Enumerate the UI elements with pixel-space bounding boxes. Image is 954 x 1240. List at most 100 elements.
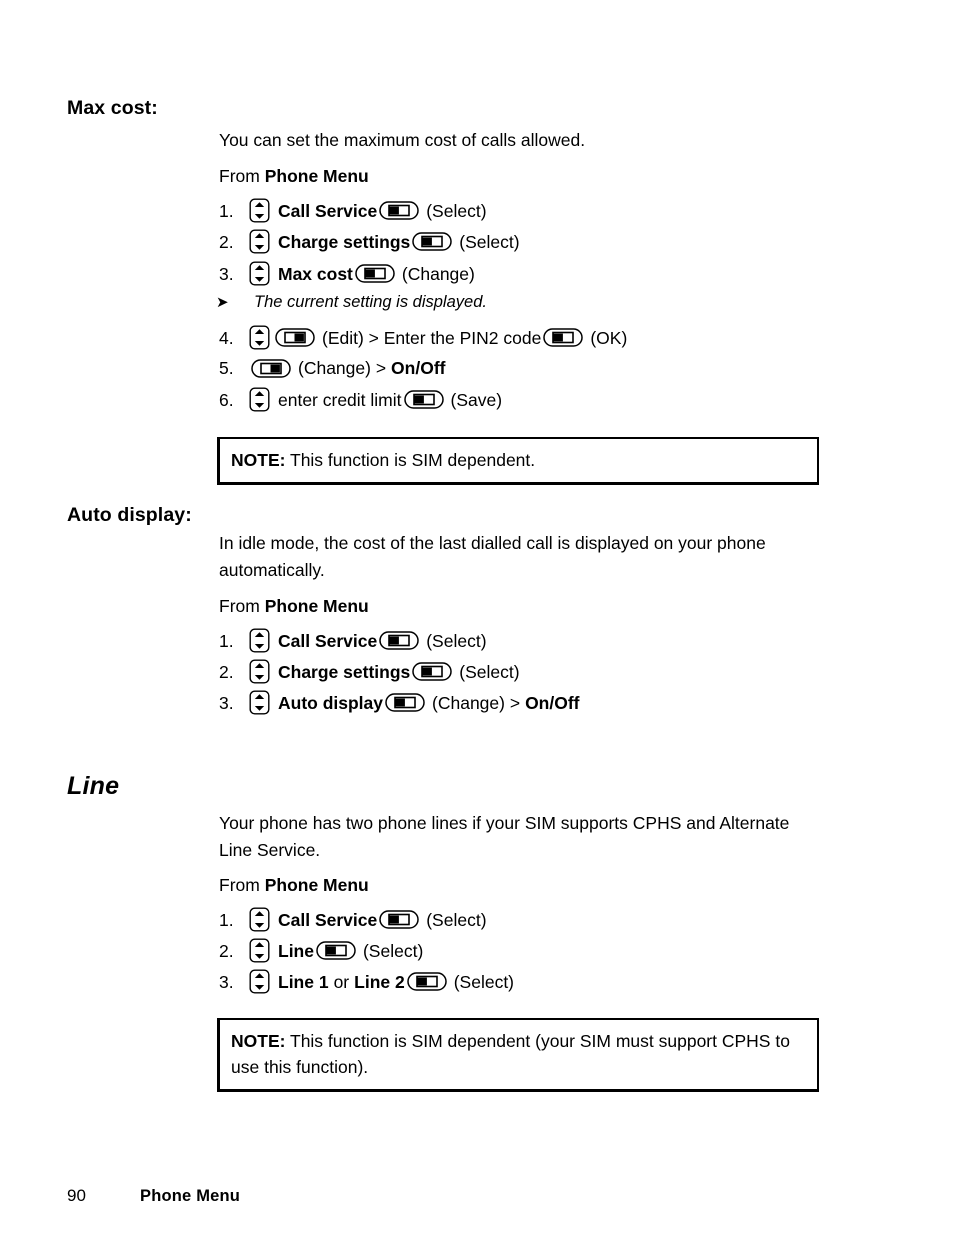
step-number: 6. xyxy=(219,389,234,410)
step-menu-label: Max cost xyxy=(278,263,353,284)
scroll-up-down-key-icon xyxy=(249,387,270,412)
step-number: 1. xyxy=(219,200,234,221)
step-menu-label: Charge settings xyxy=(278,231,411,252)
step-text: or xyxy=(333,971,350,992)
step-menu-label: Call Service xyxy=(278,909,378,930)
step-text: (Change) > xyxy=(432,692,521,713)
step-text: (Select) xyxy=(453,971,515,992)
scroll-up-down-key-icon xyxy=(249,325,270,350)
scroll-up-down-key-icon xyxy=(249,659,270,684)
step-item: 3. Max cost (Change) xyxy=(219,261,475,286)
step-text: (Select) xyxy=(426,200,487,221)
scroll-up-down-key-icon xyxy=(249,690,270,715)
step-text: (Select) xyxy=(362,940,424,961)
step-menu-label: Call Service xyxy=(278,200,378,221)
step-item: 3. Line 1 or Line 2 (Select) xyxy=(219,969,514,994)
left-soft-key-icon xyxy=(379,631,419,650)
left-soft-key-icon xyxy=(412,662,452,681)
from-line-max-cost: From Phone Menu xyxy=(219,163,369,190)
scroll-up-down-key-icon xyxy=(249,907,270,932)
scroll-up-down-key-icon xyxy=(249,938,270,963)
step-menu-label: Line xyxy=(278,940,314,961)
left-soft-key-icon xyxy=(316,941,356,960)
step-item: 1. Call Service (Select) xyxy=(219,907,487,932)
left-soft-key-icon xyxy=(379,201,419,220)
scroll-up-down-key-icon xyxy=(249,969,270,994)
step-menu-label: Charge settings xyxy=(278,661,411,682)
from-prefix: From xyxy=(219,596,265,616)
step-text: (Select) xyxy=(426,909,487,930)
scroll-up-down-key-icon xyxy=(249,261,270,286)
intro-max-cost: You can set the maximum cost of calls al… xyxy=(219,130,586,150)
note-label: NOTE: xyxy=(231,450,286,470)
footer-chapter-title: Phone Menu xyxy=(140,1187,241,1205)
step-number: 2. xyxy=(219,231,234,252)
heading-max-cost: Max cost: xyxy=(67,97,158,119)
heading-line: Line xyxy=(67,772,120,800)
step-number: 3. xyxy=(219,692,234,713)
step-text: (Edit) > Enter the PIN2 code xyxy=(322,327,542,348)
left-soft-key-icon xyxy=(355,264,395,283)
left-soft-key-icon xyxy=(403,390,444,409)
tip-text: The current setting is displayed. xyxy=(254,293,487,311)
step-number: 3. xyxy=(219,971,234,992)
intro-line: Your phone has two phone lines if your S… xyxy=(219,813,790,860)
intro-auto-display: In idle mode, the cost of the last diall… xyxy=(219,533,766,580)
step-menu-label: On/Off xyxy=(525,692,580,713)
step-text: (Change) > xyxy=(298,358,387,378)
note-box-max-cost: NOTE: This function is SIM dependent. xyxy=(217,437,819,485)
step-number: 1. xyxy=(219,630,234,651)
step-item: 2. Line (Select) xyxy=(219,938,423,963)
heading-auto-display: Auto display: xyxy=(67,504,192,526)
step-item: 2. Charge settings (Select) xyxy=(219,659,520,684)
left-soft-key-icon xyxy=(385,693,425,712)
step-text: (OK) xyxy=(590,327,628,348)
step-number: 2. xyxy=(219,940,234,961)
step-menu-label: Auto display xyxy=(278,692,384,713)
page-number: 90 xyxy=(67,1186,86,1205)
step-item: 2. Charge settings (Select) xyxy=(219,229,520,254)
step-number: 1. xyxy=(219,909,234,930)
step-menu-label: Call Service xyxy=(278,630,378,651)
step-item: 4. (Edit) > Enter the PIN2 code (OK) xyxy=(219,325,627,350)
scroll-up-down-key-icon xyxy=(249,198,270,223)
step-item: 5. (Change) > On/Off xyxy=(219,357,445,379)
note-text: This function is SIM dependent (your SIM… xyxy=(231,1031,790,1077)
step-menu-label: On/Off xyxy=(391,358,446,378)
step-menu-label: Line 2 xyxy=(354,971,405,992)
from-line-line: From Phone Menu xyxy=(219,872,369,899)
right-soft-key-icon xyxy=(275,328,315,347)
from-prefix: From xyxy=(219,875,265,895)
tip-arrow-icon: ➤ xyxy=(216,294,229,311)
note-box-line: NOTE: This function is SIM dependent (yo… xyxy=(217,1018,819,1092)
scroll-up-down-key-icon xyxy=(249,229,270,254)
step-text: (Save) xyxy=(450,389,503,410)
right-soft-key-icon xyxy=(251,358,291,378)
left-soft-key-icon xyxy=(406,972,447,991)
step-text: (Select) xyxy=(426,630,487,651)
step-number: 3. xyxy=(219,263,234,284)
step-text: enter credit limit xyxy=(278,389,402,410)
left-soft-key-icon xyxy=(543,328,584,347)
from-target: Phone Menu xyxy=(264,596,369,616)
step-menu-label: Line 1 xyxy=(278,971,329,992)
step-item: 6. enter credit limit (Save) xyxy=(219,387,502,412)
note-label: NOTE: xyxy=(231,1031,286,1051)
step-item: 3. Auto display (Change) > On/Off xyxy=(219,690,580,715)
scroll-up-down-key-icon xyxy=(249,628,270,653)
step-number: 2. xyxy=(219,661,234,682)
from-line-auto-display: From Phone Menu xyxy=(219,593,369,620)
note-text: This function is SIM dependent. xyxy=(285,450,536,470)
step-item: 1. Call Service (Select) xyxy=(219,628,487,653)
left-soft-key-icon xyxy=(412,232,452,251)
step-number: 5. xyxy=(219,358,234,378)
document-page: Max cost: You can set the maximum cost o… xyxy=(0,0,954,1240)
step-text: (Change) xyxy=(401,263,475,284)
step-text: (Select) xyxy=(459,231,520,252)
from-target: Phone Menu xyxy=(264,166,369,186)
step-text: (Select) xyxy=(459,661,520,682)
from-prefix: From xyxy=(219,166,265,186)
from-target: Phone Menu xyxy=(264,875,369,895)
step-item: 1. Call Service (Select) xyxy=(219,198,487,223)
tip-line: ➤ The current setting is displayed. xyxy=(216,293,487,312)
